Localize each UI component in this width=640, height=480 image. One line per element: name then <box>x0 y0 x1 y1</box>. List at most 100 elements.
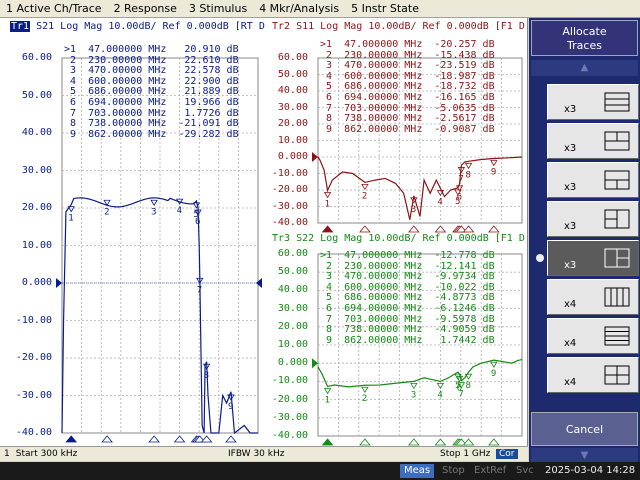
tr3-trace-marker <box>323 388 332 395</box>
tr1-y-tick: 0.000 <box>21 277 52 288</box>
allocate-rows3-button[interactable]: x3 <box>547 84 639 120</box>
channel-number: 1 <box>4 449 10 459</box>
tr2-bottom-marker <box>408 225 420 233</box>
tr3-bottom-marker <box>462 438 475 446</box>
tr3-trace-marker-label: 7 <box>458 390 463 400</box>
tr1-trace-marker-label: 9 <box>228 402 233 412</box>
tr2-y-tick: 50.00 <box>277 68 308 80</box>
menu-response[interactable]: 2 Response <box>108 2 183 15</box>
menu-active-ch[interactable]: 1 Active Ch/Trace <box>0 2 108 15</box>
tr2-y-tick: -30.00 <box>271 200 308 212</box>
tr3-bottom-marker <box>321 438 334 446</box>
tr2-y-tick: 40.00 <box>277 85 308 96</box>
tr2-bottom-marker <box>462 225 475 233</box>
trace-count-label: x3 <box>564 260 577 271</box>
tr3-bottom-marker <box>487 438 500 446</box>
tr1-marker-row[interactable]: 9 862.00000 MHz -29.282 dB <box>64 129 239 141</box>
ifbw-value[interactable]: IFBW 30 kHz <box>228 449 284 459</box>
layout-top1-bottom2-icon <box>604 170 630 190</box>
tr2-marker-row[interactable]: 6 694.00000 MHz -16.165 dB <box>320 92 495 104</box>
tr1-y-tick: 40.00 <box>21 127 52 138</box>
allocate-cols4-button[interactable]: x4 <box>547 279 639 315</box>
tr2-y-tick: 30.00 <box>277 101 308 113</box>
menu-stimulus[interactable]: 3 Stimulus <box>183 2 253 15</box>
tr2-trace-marker-label: 8 <box>466 170 471 180</box>
tr1-marker-row[interactable]: >1 47.000000 MHz 20.910 dB <box>64 44 239 56</box>
stop-frequency[interactable]: Stop 1 GHz <box>440 449 490 459</box>
tr3-marker-table: >1 47.000000 MHz -12.778 dB 2 230.00000 … <box>320 250 495 347</box>
tr2-y-tick: 10.00 <box>277 134 308 146</box>
tr3-title[interactable]: Tr3 S22 Log Mag 10.00dB/ Ref 0.000dB [F1… <box>272 233 525 244</box>
trace-count-label: x3 <box>564 143 577 154</box>
tr3-trace-marker <box>490 361 498 368</box>
tr2-marker-row[interactable]: 9 862.00000 MHz -0.9087 dB <box>320 124 495 136</box>
tr1-y-tick: -30.00 <box>15 389 52 401</box>
tr1-trace-marker-label: 6 <box>195 217 200 227</box>
instrument-status-bar: Meas Stop ExtRef Svc 2025-03-04 14:28 <box>0 462 640 480</box>
tr1-trace-marker-label: 2 <box>104 207 109 217</box>
layout-left2-right1-icon <box>604 209 630 229</box>
tr3-marker-row[interactable]: 6 694.00000 MHz -6.1246 dB <box>320 303 495 315</box>
channel-status-bar: 1 Start 300 kHz IFBW 30 kHz Stop 1 GHz C… <box>0 446 528 461</box>
tr2-trace-marker <box>464 162 473 170</box>
trace-count-label: x3 <box>564 104 577 115</box>
tr1-trace-marker-label: 1 <box>68 214 73 224</box>
tr2-trace-marker-label: 1 <box>325 199 330 209</box>
softkey-panel: Allocate Traces ▲ x3 x3 x3 x3 x3 x4 x4 x4 Cance… <box>529 18 640 464</box>
tr2-trace-marker-label: 2 <box>362 191 367 201</box>
tr3-trace-marker <box>464 373 473 380</box>
cor-indicator: Cor <box>496 449 518 459</box>
allocate-traces-header[interactable]: Allocate Traces <box>531 20 638 56</box>
measurement-area[interactable]: 123456789123456789123456789 Tr1 S21 Log … <box>0 18 528 446</box>
tr1-ref-arrow <box>56 278 62 288</box>
tr3-trace-marker-label: 8 <box>466 381 471 391</box>
tr2-trace-marker <box>323 192 332 199</box>
tr2-bottom-marker <box>434 225 447 233</box>
tr1-trace-marker <box>67 206 75 213</box>
allocate-top2-bottom1-button[interactable]: x3 <box>547 123 639 159</box>
start-frequency[interactable]: Start 300 kHz <box>10 449 78 459</box>
tr1-bottom-marker-outline <box>101 435 113 443</box>
tr3-trace-marker <box>410 382 418 390</box>
tr1-trace-marker-label: 8 <box>204 371 209 381</box>
menu-marker-analysis[interactable]: 4 Mkr/Analysis <box>253 2 345 15</box>
layout-rows4-icon <box>604 326 630 346</box>
tr1-title[interactable]: Tr1 S21 Log Mag 10.00dB/ Ref 0.000dB [RT… <box>10 21 265 32</box>
tr1-y-tick: 30.00 <box>21 164 52 176</box>
tr2-marker-row[interactable]: >1 47.000000 MHz -20.257 dB <box>320 39 495 51</box>
layout-left1-right2-icon <box>604 248 630 268</box>
cancel-button[interactable]: Cancel <box>531 412 638 446</box>
tr3-y-tick: 40.00 <box>277 284 308 296</box>
stop-indicator: Stop <box>442 465 465 476</box>
layout-top2-bottom1-icon <box>604 131 630 151</box>
tr2-bottom-marker <box>321 225 334 233</box>
svc-indicator: Svc <box>516 465 534 476</box>
tr3-marker-row[interactable]: 9 862.00000 MHz 1.7442 dB <box>320 335 495 347</box>
tr1-ref-arrow-right <box>256 278 262 288</box>
tr3-trace-marker-label: 9 <box>491 369 496 379</box>
allocate-rows4-button[interactable]: x4 <box>547 318 639 354</box>
allocate-top1-bottom2-button[interactable]: x3 <box>547 162 639 198</box>
tr2-trace-marker-label: 9 <box>491 167 496 177</box>
tr2-title[interactable]: Tr2 S11 Log Mag 10.00dB/ Ref 0.000dB [F1… <box>272 21 525 32</box>
tr1-bottom-marker-outline <box>148 435 160 443</box>
tr1-y-tick: 20.00 <box>21 202 52 213</box>
tr3-trace-marker <box>361 386 369 393</box>
tr1-marker-row[interactable]: 6 694.00000 MHz 19.966 dB <box>64 97 239 109</box>
tr1-bottom-marker-outline <box>173 435 186 443</box>
scroll-up-arrow[interactable]: ▲ <box>531 60 638 76</box>
tr2-trace-marker-label: 4 <box>437 197 442 207</box>
trace-count-label: x3 <box>564 221 577 232</box>
allocate-left1-right2-button[interactable]: x3 <box>547 240 639 276</box>
menu-instr-state[interactable]: 5 Instr State <box>345 2 425 15</box>
tr1-y-tick: -20.00 <box>15 352 52 363</box>
tr2-trace-marker <box>490 160 498 167</box>
layout-rows3-icon <box>604 92 630 112</box>
tr2-trace-marker-label: 6 <box>457 193 462 203</box>
tr3-bottom-marker <box>359 438 371 446</box>
allocate-left2-right1-button[interactable]: x3 <box>547 201 639 237</box>
tr1-bottom-marker-outline <box>200 435 213 443</box>
tr3-marker-row[interactable]: >1 47.000000 MHz -12.778 dB <box>320 250 495 262</box>
allocate-grid2x2-button[interactable]: x4 <box>547 357 639 393</box>
tr2-y-tick: -10.00 <box>271 167 308 179</box>
